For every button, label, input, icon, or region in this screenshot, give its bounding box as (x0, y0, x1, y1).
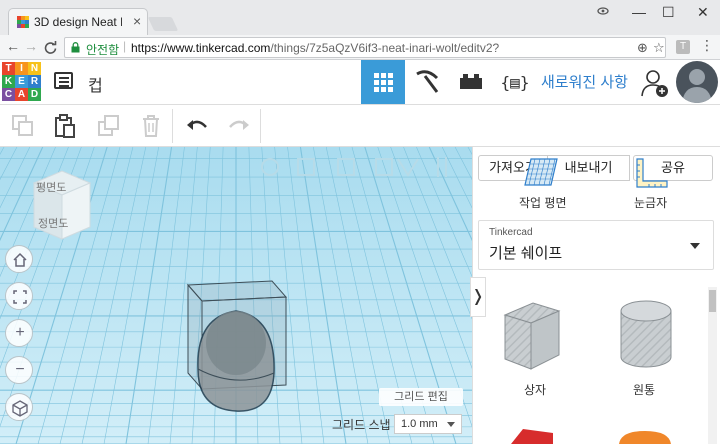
delete-icon[interactable] (138, 113, 164, 139)
browser-tab[interactable]: 3D design Neat Inari-W × (8, 8, 148, 35)
3d-view-button[interactable] (361, 60, 405, 104)
workplane-icon[interactable] (523, 157, 559, 189)
browser-titlebar: 3D design Neat Inari-W × — ☐ ✕ (0, 0, 720, 35)
undo-icon[interactable] (184, 113, 210, 139)
cylinder-shape-thumbnail[interactable] (617, 297, 675, 373)
lock-icon (71, 42, 80, 53)
orange-shape-thumbnail[interactable] (617, 429, 673, 444)
logo-letter: I (15, 62, 28, 75)
cube-icon (12, 400, 28, 417)
scrollbar-thumb[interactable] (709, 290, 716, 312)
logo-letter: N (28, 62, 41, 75)
reload-icon[interactable] (44, 41, 57, 54)
forward-button[interactable]: → (24, 38, 38, 54)
collapse-panel-button[interactable]: ❭ (470, 277, 486, 317)
grid-edit-button[interactable]: 그리드 편집 (379, 388, 463, 406)
chevron-down-icon (447, 422, 455, 427)
codeblocks-button[interactable]: {▤} (493, 60, 537, 104)
edit-toolbar (0, 105, 720, 147)
cylinder-shape-label: 원통 (633, 383, 656, 397)
pickaxe-icon (416, 70, 439, 93)
view-cube-front-label[interactable]: 정면도 (38, 215, 68, 231)
profile-icon[interactable] (596, 6, 610, 16)
add-user-icon[interactable] (640, 68, 670, 98)
browser-navbar: ← → 안전함 | https://www.tinkercad.com/thin… (0, 35, 720, 60)
perspective-button[interactable] (5, 393, 33, 421)
bookmark-star-icon[interactable]: ☆ (653, 40, 665, 56)
fit-view-button[interactable] (5, 282, 33, 310)
url-separator: | (123, 39, 127, 53)
library-caption: Tinkercad (489, 227, 533, 238)
toolbar-divider (260, 109, 261, 143)
logo-letter: C (2, 88, 15, 101)
zoom-out-button[interactable]: − (5, 356, 33, 384)
maximize-button[interactable]: ☐ (662, 4, 675, 21)
cup-object[interactable] (176, 277, 300, 417)
redo-icon[interactable] (226, 113, 252, 139)
copy-icon[interactable] (10, 113, 36, 139)
workplane-viewport[interactable]: 평면도 정면도 + − 그리드 편집 그리드 스냅 1.0 mm (0, 147, 472, 444)
user-silhouette-icon (682, 69, 712, 103)
tinkercad-logo[interactable]: TINKERCAD (2, 62, 42, 102)
logo-letter: A (15, 88, 28, 101)
address-bar[interactable]: 안전함 | https://www.tinkercad.com/things/7… (64, 37, 666, 58)
toolbar-divider (172, 109, 173, 143)
codeblocks-icon: {▤} (501, 73, 530, 92)
tinkercad-header: TINKERCAD 컵 {▤} 새로워진 사항 (0, 60, 720, 105)
box-shape-label: 상자 (524, 383, 547, 397)
grid-snap-label: 그리드 스냅 (332, 418, 391, 432)
chevron-down-icon (690, 243, 700, 249)
shape-library-select[interactable]: Tinkercad 기본 쉐이프 (478, 220, 714, 270)
export-button[interactable]: 내보내기 (548, 155, 630, 181)
workplane-label: 작업 평면 (519, 196, 567, 210)
zoom-icon[interactable]: ⊕ (637, 40, 648, 56)
svg-text:{▤}: {▤} (501, 73, 530, 92)
home-view-button[interactable] (5, 245, 33, 273)
panel-scrollbar[interactable] (708, 287, 717, 444)
new-tab-button[interactable] (147, 17, 179, 31)
blocks-view-button[interactable] (405, 60, 449, 104)
bricks-view-button[interactable] (449, 60, 493, 104)
url-text: https://www.tinkercad.com/things/7z5aQzV… (131, 41, 500, 55)
plus-icon: + (15, 324, 25, 341)
tab-title: 3D design Neat Inari-W (34, 15, 122, 29)
avatar[interactable] (676, 61, 718, 103)
logo-letter: T (2, 62, 15, 75)
design-list-icon[interactable] (54, 72, 73, 89)
home-icon (13, 252, 27, 267)
brick-icon (460, 74, 482, 89)
logo-letter: K (2, 75, 15, 88)
tab-close-icon[interactable]: × (133, 13, 141, 29)
fit-icon (13, 290, 27, 304)
extension-icon[interactable]: T (676, 40, 690, 54)
library-name: 기본 쉐이프 (489, 245, 563, 262)
right-panel: 가져오기 내보내기 공유 작업 평면 눈금자 Tinkercad 기본 쉐이프 … (470, 147, 720, 444)
back-button[interactable]: ← (6, 38, 20, 54)
whats-new-link[interactable]: 새로워진 사항 (541, 71, 628, 92)
paste-icon[interactable] (52, 113, 78, 139)
logo-letter: E (15, 75, 28, 88)
red-shape-thumbnail[interactable] (503, 425, 553, 444)
grid-view-icon (374, 73, 393, 92)
shape-tools-ghost (261, 157, 447, 177)
tinkercad-favicon-icon (17, 16, 29, 28)
grid-snap-select[interactable]: 1.0 mm (394, 414, 462, 434)
minimize-button[interactable]: — (632, 4, 646, 20)
view-cube-top-label[interactable]: 평면도 (36, 179, 66, 195)
secure-label: 안전함 (86, 43, 120, 57)
ruler-icon[interactable] (635, 157, 669, 189)
browser-menu-icon[interactable]: ⋮ (700, 37, 714, 54)
logo-letter: R (28, 75, 41, 88)
view-cube[interactable] (26, 165, 98, 245)
box-shape-thumbnail[interactable] (499, 297, 563, 373)
logo-letter: D (28, 88, 41, 101)
project-name[interactable]: 컵 (88, 72, 103, 96)
duplicate-icon[interactable] (96, 113, 122, 139)
ruler-label: 눈금자 (634, 196, 668, 210)
close-window-button[interactable]: ✕ (697, 4, 709, 21)
zoom-in-button[interactable]: + (5, 319, 33, 347)
minus-icon: − (15, 361, 25, 378)
